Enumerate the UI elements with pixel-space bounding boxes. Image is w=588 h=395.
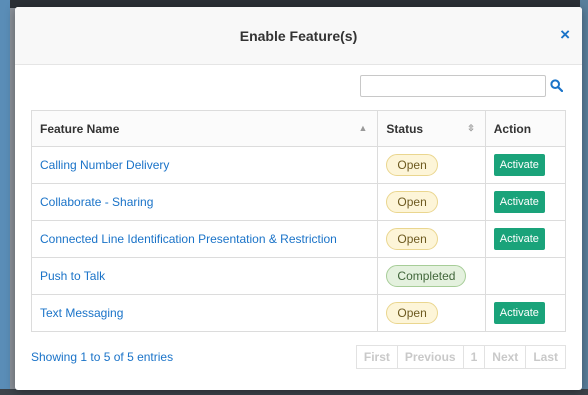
feature-link[interactable]: Connected Line Identification Presentati… [40,232,337,246]
search-icon[interactable] [550,79,564,93]
search-input[interactable] [360,75,546,97]
enable-features-modal: Enable Feature(s) × Feature Name ▲ Statu… [15,7,582,390]
backdrop-left-edge [0,0,10,395]
status-badge: Open [386,191,438,213]
header-status[interactable]: Status ⇳ [377,110,486,147]
sort-both-icon: ⇳ [467,123,475,133]
pager-next-button[interactable]: Next [484,345,527,369]
feature-link[interactable]: Push to Talk [40,269,105,283]
header-action-label: Action [493,121,532,136]
table-header-row: Feature Name ▲ Status ⇳ Action [30,110,567,147]
search-bar [360,75,564,97]
pagination: First Previous 1 Next Last [355,345,566,369]
table-row: Collaborate - Sharing Open Activate [30,183,567,221]
feature-link[interactable]: Calling Number Delivery [40,158,169,172]
activate-button[interactable]: Activate [493,191,545,213]
table-row: Connected Line Identification Presentati… [30,220,567,258]
empty-action-cell [484,257,567,295]
activate-button[interactable]: Activate [493,228,545,250]
modal-header: Enable Feature(s) × [15,7,582,65]
sort-ascending-icon: ▲ [358,123,368,133]
header-feature-name[interactable]: Feature Name ▲ [30,110,379,147]
header-action: Action [484,110,567,147]
pager-page-1-button[interactable]: 1 [462,345,486,369]
header-feature-label: Feature Name [40,121,120,136]
table-row: Calling Number Delivery Open Activate [30,146,567,184]
header-status-label: Status [386,121,424,136]
activate-button[interactable]: Activate [493,154,545,176]
pager-previous-button[interactable]: Previous [396,345,464,369]
status-badge: Completed [386,265,467,287]
pager-last-button[interactable]: Last [525,345,566,369]
entries-info: Showing 1 to 5 of 5 entries [31,350,174,364]
status-badge: Open [386,154,438,176]
feature-link[interactable]: Text Messaging [40,306,123,320]
pager-first-button[interactable]: First [355,345,398,369]
activate-button[interactable]: Activate [493,302,545,324]
close-icon[interactable]: × [560,26,570,43]
modal-title: Enable Feature(s) [239,27,358,44]
table-row: Text Messaging Open Activate [30,294,567,332]
table-footer: Showing 1 to 5 of 5 entries First Previo… [31,345,566,369]
table-row: Push to Talk Completed [30,257,567,295]
status-badge: Open [386,302,438,324]
status-badge: Open [386,228,438,250]
features-table: Feature Name ▲ Status ⇳ Action Calling N… [30,110,567,332]
feature-link[interactable]: Collaborate - Sharing [40,195,153,209]
